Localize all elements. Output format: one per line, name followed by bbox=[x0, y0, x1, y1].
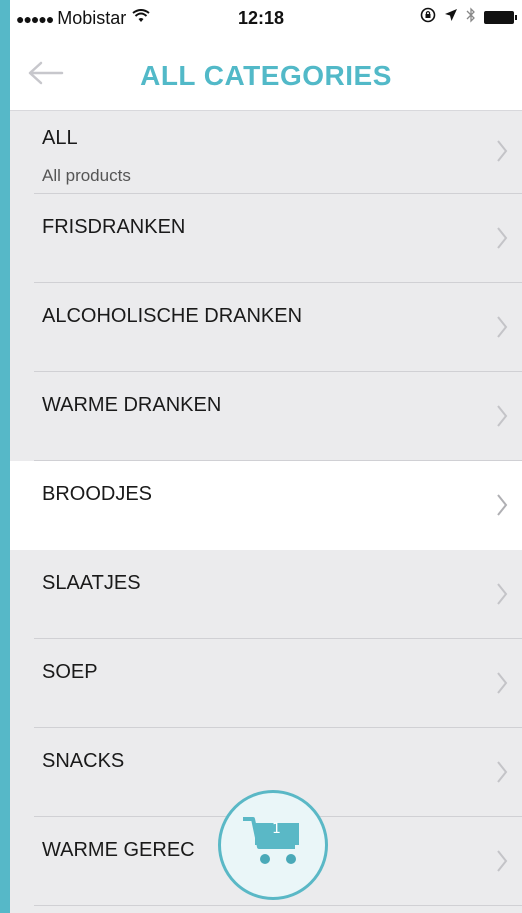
chevron-right-icon bbox=[497, 227, 508, 249]
phone-screen: ●●●●● Mobistar 12:18 ALL CATEGORIES ALL … bbox=[10, 0, 522, 913]
category-row-soep[interactable]: SOEP bbox=[10, 639, 522, 728]
navigation-bar: ALL CATEGORIES bbox=[10, 40, 522, 111]
bluetooth-icon bbox=[466, 7, 476, 28]
clock: 12:18 bbox=[238, 8, 285, 28]
rotation-lock-icon bbox=[420, 7, 436, 28]
category-row-warme-dranken[interactable]: WARME DRANKEN bbox=[10, 372, 522, 461]
carrier-name: Mobistar bbox=[57, 8, 127, 28]
category-list: ALL All products FRISDRANKEN ALCOHOLISCH… bbox=[10, 111, 522, 906]
category-row-slaatjes[interactable]: SLAATJES bbox=[10, 550, 522, 639]
location-arrow-icon bbox=[444, 8, 458, 27]
category-label: ALCOHOLISCHE DRANKEN bbox=[42, 305, 303, 327]
signal-strength-icon: ●●●●● bbox=[16, 10, 54, 27]
category-label: BROODJES bbox=[42, 483, 153, 505]
category-label: WARME GEREC bbox=[42, 839, 195, 861]
chevron-right-icon bbox=[497, 761, 508, 783]
row-divider bbox=[34, 905, 522, 906]
chevron-right-icon bbox=[497, 672, 508, 694]
wifi-icon bbox=[132, 9, 150, 28]
cart-button[interactable]: 1 bbox=[218, 790, 328, 900]
status-bar: ●●●●● Mobistar 12:18 bbox=[10, 0, 522, 40]
page-title: ALL CATEGORIES bbox=[140, 60, 392, 91]
battery-icon bbox=[484, 11, 517, 24]
category-label: SNACKS bbox=[42, 750, 125, 772]
chevron-right-icon bbox=[497, 316, 508, 338]
category-label: FRISDRANKEN bbox=[42, 216, 186, 238]
status-icons bbox=[420, 7, 517, 28]
category-label: SOEP bbox=[42, 661, 98, 683]
chevron-right-icon bbox=[497, 583, 508, 605]
category-subtitle: All products bbox=[42, 166, 131, 185]
category-row-alcoholische-dranken[interactable]: ALCOHOLISCHE DRANKEN bbox=[10, 283, 522, 372]
cart-count-badge: 1 bbox=[272, 821, 281, 837]
chevron-right-icon bbox=[497, 494, 508, 516]
category-row-frisdranken[interactable]: FRISDRANKEN bbox=[10, 194, 522, 283]
chevron-right-icon bbox=[497, 405, 508, 427]
carrier-info: ●●●●● Mobistar bbox=[16, 8, 150, 29]
category-row-all[interactable]: ALL All products bbox=[10, 111, 522, 194]
category-label: ALL bbox=[42, 127, 78, 149]
category-label: WARME DRANKEN bbox=[42, 394, 222, 416]
chevron-right-icon bbox=[497, 850, 508, 872]
category-label: SLAATJES bbox=[42, 572, 141, 594]
chevron-right-icon bbox=[497, 140, 508, 162]
category-row-broodjes[interactable]: BROODJES bbox=[10, 461, 522, 550]
